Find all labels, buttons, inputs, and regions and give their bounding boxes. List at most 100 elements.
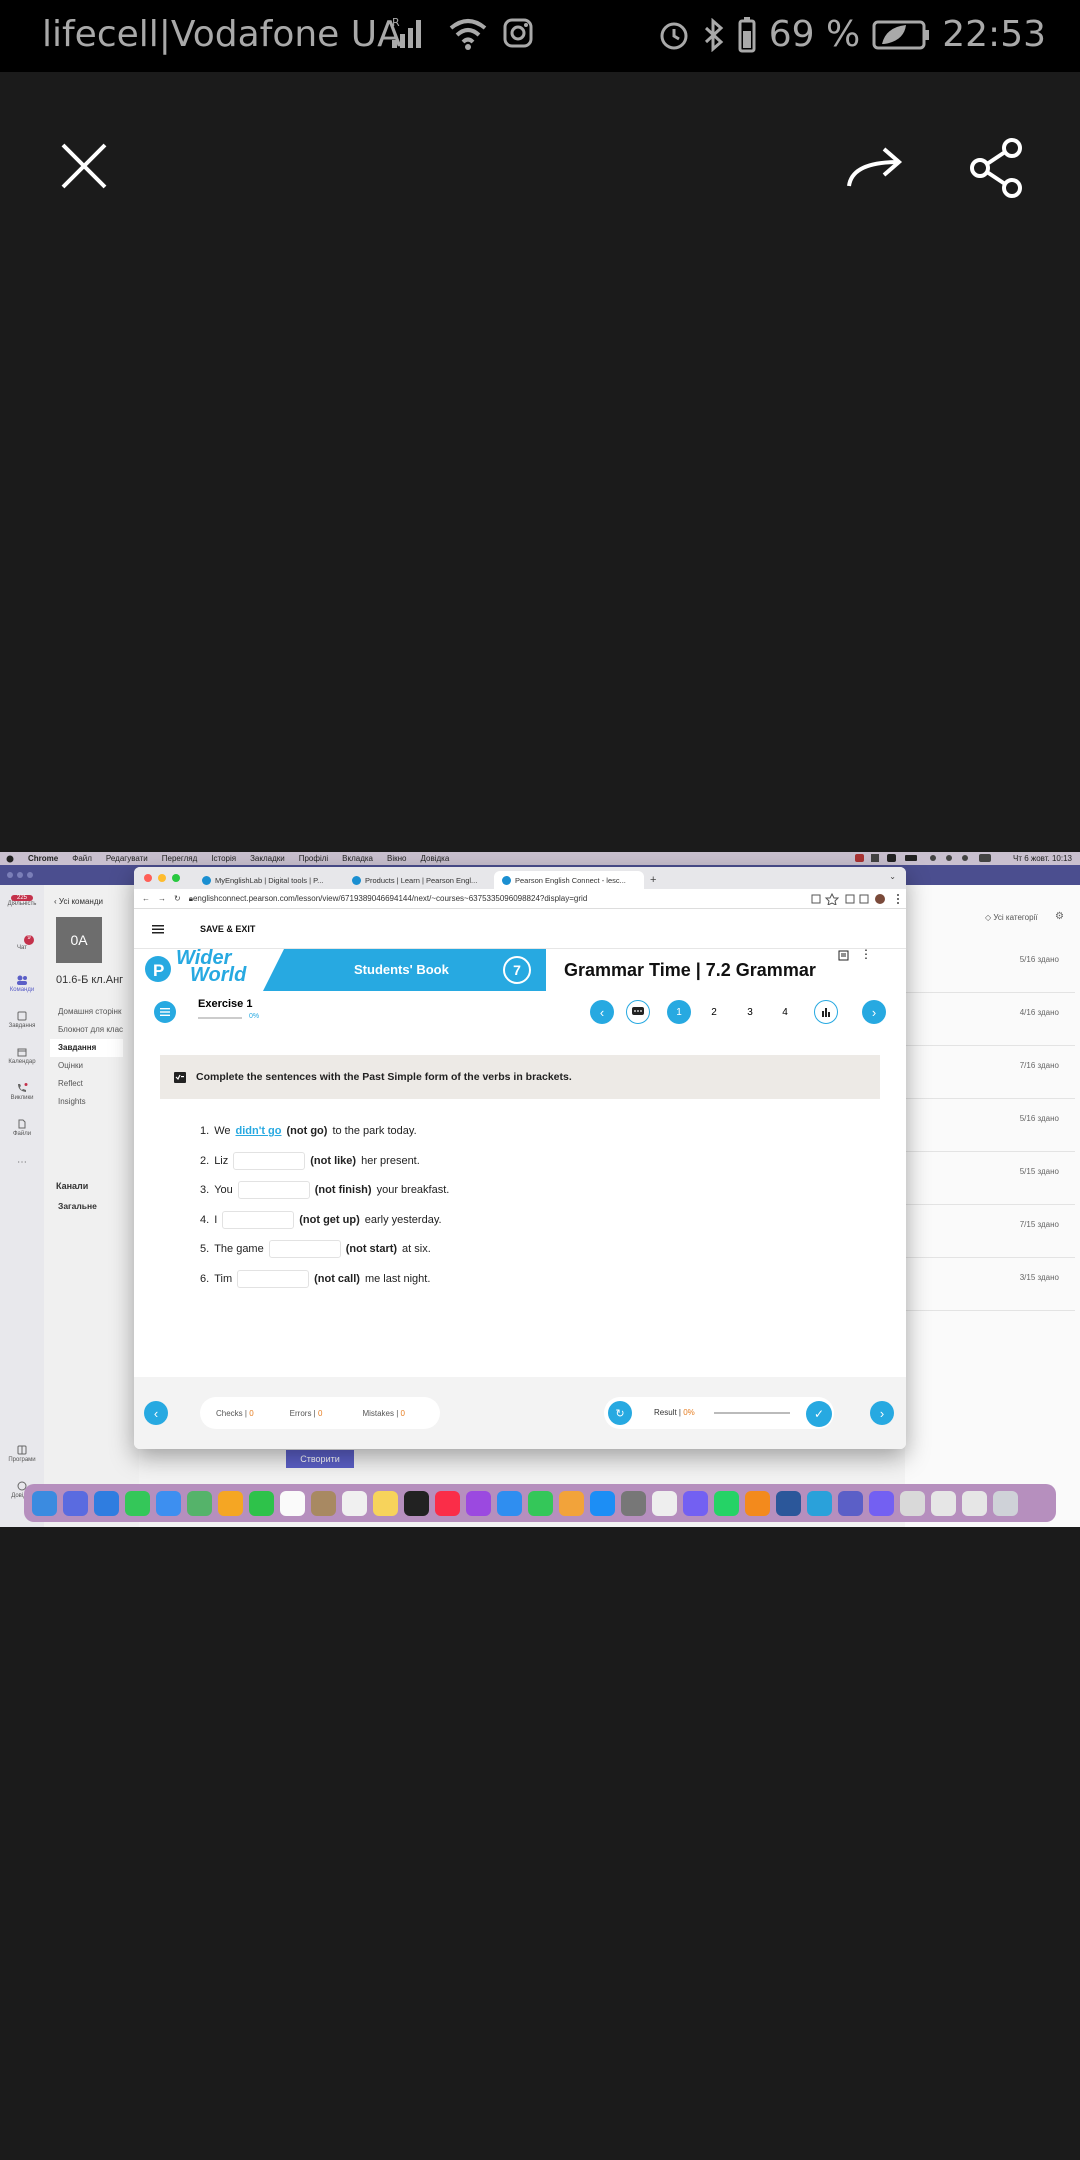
pages-icon[interactable] [559, 1490, 584, 1516]
rail-calls[interactable]: Виклики [6, 1083, 38, 1101]
podcasts-icon[interactable] [466, 1490, 491, 1516]
page-2-button[interactable]: 2 [702, 1000, 726, 1024]
previous-page-button[interactable]: ‹ [144, 1401, 168, 1425]
assignment-row[interactable]: 4/16 здано [905, 998, 1075, 1046]
answer-input[interactable] [222, 1211, 295, 1229]
forward-button[interactable] [845, 142, 905, 194]
menu-assignments[interactable]: Завдання [50, 1039, 124, 1057]
menu-insights[interactable]: Insights [58, 1093, 123, 1111]
rail-teams[interactable]: Команди [6, 975, 38, 993]
teams-app-icon[interactable] [838, 1490, 863, 1516]
next-page-button[interactable]: › [870, 1401, 894, 1425]
rail-calendar[interactable]: Календар [6, 1047, 38, 1065]
rail-assignments[interactable]: Завдання [6, 1011, 38, 1029]
trash-icon[interactable] [993, 1490, 1018, 1516]
reset-button[interactable]: ↻ [608, 1401, 632, 1425]
messages-icon[interactable] [125, 1490, 150, 1516]
word-icon[interactable] [776, 1490, 801, 1516]
finder-icon[interactable] [32, 1490, 57, 1516]
minimize-window-icon[interactable] [158, 874, 166, 882]
channel-general[interactable]: Загальне [58, 1201, 97, 1211]
keynote-icon[interactable] [497, 1490, 522, 1516]
menu-profiles[interactable]: Профілі [299, 854, 328, 863]
answer-input[interactable] [237, 1181, 310, 1199]
contacts-icon[interactable] [311, 1490, 336, 1516]
menu-hamburger-icon[interactable] [152, 924, 164, 934]
assignment-row[interactable]: 5/16 здано [905, 1104, 1075, 1152]
page-4-button[interactable]: 4 [773, 1000, 797, 1024]
close-button[interactable] [56, 138, 112, 194]
reload-icon[interactable]: ↻ [174, 894, 181, 903]
menu-notebook[interactable]: Блокнот для клас [58, 1021, 123, 1039]
more-apps-icon[interactable]: ⋯ [6, 1157, 38, 1168]
rail-files[interactable]: Файли [6, 1119, 38, 1137]
results-button[interactable] [814, 1000, 838, 1024]
assignment-row[interactable]: 7/16 здано [905, 1051, 1075, 1099]
share-button[interactable] [966, 138, 1026, 198]
notes-app-icon[interactable] [373, 1490, 398, 1516]
facetime-icon[interactable] [249, 1490, 274, 1516]
menu-help[interactable]: Довідка [421, 854, 450, 863]
downloads-icon[interactable] [900, 1490, 925, 1516]
answer-input[interactable] [268, 1240, 341, 1258]
forward-arrow-icon[interactable]: → [158, 894, 166, 903]
apple-tv-icon[interactable] [404, 1490, 429, 1516]
notes-icon[interactable] [838, 949, 850, 961]
more-vertical-icon[interactable]: ⋮ [860, 947, 872, 961]
assignment-row[interactable]: 7/15 здано [905, 1210, 1075, 1258]
new-tab-plus-icon[interactable]: + [644, 874, 662, 889]
whatsapp-icon[interactable] [714, 1490, 739, 1516]
browser-tab[interactable]: MyEnglishLab | Digital tools | P... [194, 871, 344, 889]
calendar-app-icon[interactable] [280, 1490, 305, 1516]
tab-search-chevron-icon[interactable]: ⌄ [889, 872, 896, 881]
answer-input[interactable] [237, 1270, 310, 1288]
zoom-window-icon[interactable] [172, 874, 180, 882]
menu-home[interactable]: Домашня сторінк [58, 1003, 123, 1021]
documents-icon[interactable] [931, 1490, 956, 1516]
close-window-icon[interactable] [144, 874, 152, 882]
chat-button[interactable] [626, 1000, 650, 1024]
launchpad-icon[interactable] [63, 1490, 88, 1516]
menu-grades[interactable]: Оцінки [58, 1057, 123, 1075]
viber-icon[interactable] [683, 1490, 708, 1516]
menu-window[interactable]: Вікно [387, 854, 406, 863]
create-button[interactable]: Створити [286, 1450, 354, 1468]
menu-tab[interactable]: Вкладка [342, 854, 373, 863]
next-exercise-button[interactable]: › [862, 1000, 886, 1024]
app-store-icon[interactable] [590, 1490, 615, 1516]
menu-app-name[interactable]: Chrome [28, 854, 58, 863]
menu-bookmarks[interactable]: Закладки [250, 854, 285, 863]
save-exit-button[interactable]: SAVE & EXIT [200, 924, 255, 934]
browser-tab-active[interactable]: Pearson English Connect - lesc... [494, 871, 644, 889]
menu-view[interactable]: Перегляд [162, 854, 198, 863]
menu-edit[interactable]: Редагувати [106, 854, 148, 863]
books-icon[interactable] [745, 1490, 770, 1516]
numbers-icon[interactable] [528, 1490, 553, 1516]
categories-filter[interactable]: ◇ Усі категорії [985, 913, 1038, 922]
telegram-icon[interactable] [807, 1490, 832, 1516]
check-answers-button[interactable]: ✓ [806, 1401, 832, 1427]
menu-reflect[interactable]: Reflect [58, 1075, 123, 1093]
back-arrow-icon[interactable]: ← [142, 894, 150, 903]
assignment-row[interactable]: 5/15 здано [905, 1157, 1075, 1205]
assignment-row[interactable]: 3/15 здано [905, 1263, 1075, 1311]
safari-icon[interactable] [94, 1490, 119, 1516]
stack-icon[interactable] [962, 1490, 987, 1516]
settings-gear-icon[interactable]: ⚙ [1055, 911, 1064, 922]
menu-file[interactable]: Файл [72, 854, 92, 863]
rail-chat[interactable]: 9 Чат [6, 935, 38, 951]
browser-tab[interactable]: Products | Learn | Pearson Engl... [344, 871, 494, 889]
mail-icon[interactable] [156, 1490, 181, 1516]
photos-icon[interactable] [218, 1490, 243, 1516]
maps-icon[interactable] [187, 1490, 212, 1516]
answer-input[interactable] [233, 1152, 306, 1170]
music-icon[interactable] [435, 1490, 460, 1516]
exercise-menu-button[interactable] [154, 1001, 176, 1023]
viber-alt-icon[interactable] [869, 1490, 894, 1516]
chrome-icon[interactable] [652, 1490, 677, 1516]
assignment-row[interactable]: 5/16 здано [905, 945, 1075, 993]
reminders-icon[interactable] [342, 1490, 367, 1516]
menu-history[interactable]: Історія [211, 854, 236, 863]
page-1-button[interactable]: 1 [667, 1000, 691, 1024]
rail-activity[interactable]: 225 Діяльність [6, 895, 38, 907]
